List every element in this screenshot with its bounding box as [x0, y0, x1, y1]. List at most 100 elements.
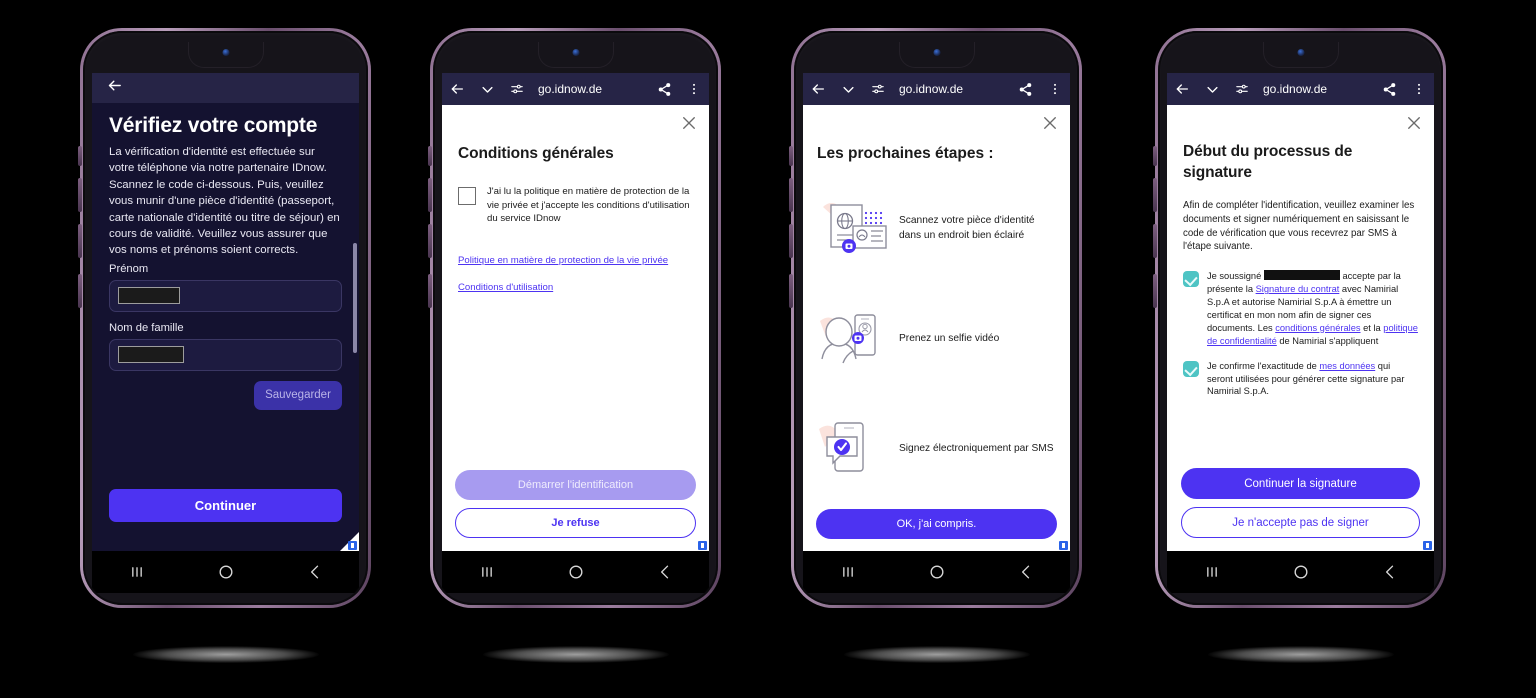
consent-1-part-5: de Namirial s'appliquent	[1279, 335, 1379, 346]
back-button[interactable]	[1380, 562, 1400, 582]
privacy-policy-link[interactable]: Politique en matière de protection de la…	[458, 254, 693, 268]
home-button[interactable]	[927, 562, 947, 582]
overflow-menu-icon[interactable]	[1040, 82, 1070, 96]
share-icon[interactable]	[1374, 82, 1404, 97]
webview-badge-icon	[339, 532, 359, 552]
phone-side-button[interactable]	[789, 274, 793, 308]
back-button[interactable]	[655, 562, 675, 582]
front-camera-icon	[572, 49, 579, 56]
phone-side-button[interactable]	[789, 178, 793, 212]
accept-terms-row[interactable]: J'ai lu la politique en matière de prote…	[458, 185, 693, 226]
recents-button[interactable]	[127, 562, 147, 582]
webview-4: Début du processus de signature Afin de …	[1167, 105, 1434, 552]
phone-body: Vérifiez votre compte La vérification d'…	[83, 31, 368, 605]
general-conditions-link[interactable]: conditions générales	[1275, 323, 1360, 333]
lastname-label: Nom de famille	[109, 321, 184, 334]
ok-understood-button[interactable]: OK, j'ai compris.	[816, 509, 1057, 539]
phone-body: go.idnow.de Début du processus de signat…	[1158, 31, 1443, 605]
phone-shadow	[1207, 646, 1394, 663]
save-button[interactable]: Sauvegarder	[254, 380, 342, 410]
recents-button[interactable]	[838, 562, 858, 582]
terms-of-use-link[interactable]: Conditions d'utilisation	[458, 281, 693, 295]
close-icon[interactable]	[1405, 114, 1423, 132]
tune-icon[interactable]	[863, 82, 893, 96]
app-body: Vérifiez votre compte La vérification d'…	[92, 103, 359, 552]
phone-side-button[interactable]	[78, 178, 82, 212]
refuse-button[interactable]: Je refuse	[455, 508, 696, 538]
phone-side-button[interactable]	[428, 274, 432, 308]
phone-side-button[interactable]	[78, 146, 82, 166]
consent-2-checkbox[interactable]	[1183, 360, 1199, 377]
phone-side-button[interactable]	[1153, 224, 1157, 258]
tune-icon[interactable]	[1227, 82, 1257, 96]
continue-signature-button[interactable]: Continuer la signature	[1181, 468, 1420, 499]
browser-toolbar: go.idnow.de	[803, 73, 1070, 105]
continue-button[interactable]: Continuer	[109, 489, 342, 522]
phone-side-button[interactable]	[428, 224, 432, 258]
action-bar: OK, j'ai compris.	[816, 509, 1057, 539]
phone-side-button[interactable]	[789, 224, 793, 258]
phone-3: go.idnow.de Les prochaines étapes : Scan…	[789, 28, 1082, 663]
back-arrow-icon[interactable]	[1167, 81, 1197, 97]
phone-side-button[interactable]	[78, 274, 82, 308]
consent-row-1[interactable]: Je soussigné accepte par la présente la …	[1183, 270, 1418, 347]
android-navbar	[92, 551, 359, 593]
phone-side-button[interactable]	[1153, 146, 1157, 166]
phone-side-button[interactable]	[428, 178, 432, 212]
home-button[interactable]	[1291, 562, 1311, 582]
chevron-down-icon[interactable]	[833, 82, 863, 97]
lastname-field[interactable]	[109, 338, 342, 371]
share-icon[interactable]	[649, 82, 679, 97]
firstname-field[interactable]	[109, 279, 342, 312]
recents-button[interactable]	[477, 562, 497, 582]
consent-1-part-4: et la	[1363, 322, 1381, 333]
webview-badge-icon	[689, 532, 709, 552]
chevron-down-icon[interactable]	[1197, 82, 1227, 97]
phone-side-button[interactable]	[78, 224, 82, 258]
back-button[interactable]	[305, 562, 325, 582]
my-data-link[interactable]: mes données	[1319, 361, 1375, 371]
action-bar: Démarrer l'identification Je refuse	[455, 470, 696, 538]
share-icon[interactable]	[1010, 82, 1040, 97]
vertical-scrollbar[interactable]	[353, 243, 357, 353]
phone-side-button[interactable]	[428, 146, 432, 166]
page-title: Les prochaines étapes :	[817, 145, 994, 162]
phone-shadow	[843, 646, 1030, 663]
consent-row-2[interactable]: Je confirme l'exactitude de mes données …	[1183, 360, 1418, 399]
close-icon[interactable]	[680, 114, 698, 132]
recents-button[interactable]	[1202, 562, 1222, 582]
back-arrow-icon[interactable]	[803, 81, 833, 97]
phone-4: go.idnow.de Début du processus de signat…	[1153, 28, 1446, 663]
screen-4: go.idnow.de Début du processus de signat…	[1167, 73, 1434, 552]
phone-body: go.idnow.de Les prochaines étapes : Scan…	[794, 31, 1079, 605]
back-arrow-icon[interactable]	[442, 81, 472, 97]
home-button[interactable]	[216, 562, 236, 582]
back-button[interactable]	[1016, 562, 1036, 582]
overflow-menu-icon[interactable]	[1404, 82, 1434, 96]
contract-signature-link[interactable]: Signature du contrat	[1256, 284, 1340, 294]
redacted-name	[1263, 270, 1340, 281]
home-button[interactable]	[566, 562, 586, 582]
url-text[interactable]: go.idnow.de	[1263, 82, 1374, 96]
phone-side-button[interactable]	[789, 146, 793, 166]
firstname-label: Prénom	[109, 262, 149, 275]
chevron-down-icon[interactable]	[472, 82, 502, 97]
start-identification-button[interactable]: Démarrer l'identification	[455, 470, 696, 500]
tune-icon[interactable]	[502, 82, 532, 96]
phone-side-button[interactable]	[1153, 178, 1157, 212]
accept-terms-checkbox[interactable]	[458, 187, 476, 205]
front-camera-icon	[222, 49, 229, 56]
url-text[interactable]: go.idnow.de	[899, 82, 1010, 96]
close-icon[interactable]	[1041, 114, 1059, 132]
consent-1-checkbox[interactable]	[1183, 271, 1199, 288]
overflow-menu-icon[interactable]	[679, 82, 709, 96]
notch-area	[83, 36, 368, 72]
consent-1-text: Je soussigné accepte par la présente la …	[1207, 270, 1418, 347]
consent-2-text: Je confirme l'exactitude de mes données …	[1207, 360, 1418, 399]
decline-signature-button[interactable]: Je n'accepte pas de signer	[1181, 507, 1420, 538]
back-arrow-icon[interactable]	[106, 77, 123, 99]
phone-side-button[interactable]	[1153, 274, 1157, 308]
url-text[interactable]: go.idnow.de	[538, 82, 649, 96]
action-bar: Continuer la signature Je n'accepte pas …	[1181, 468, 1420, 538]
phone-shadow	[132, 646, 319, 663]
